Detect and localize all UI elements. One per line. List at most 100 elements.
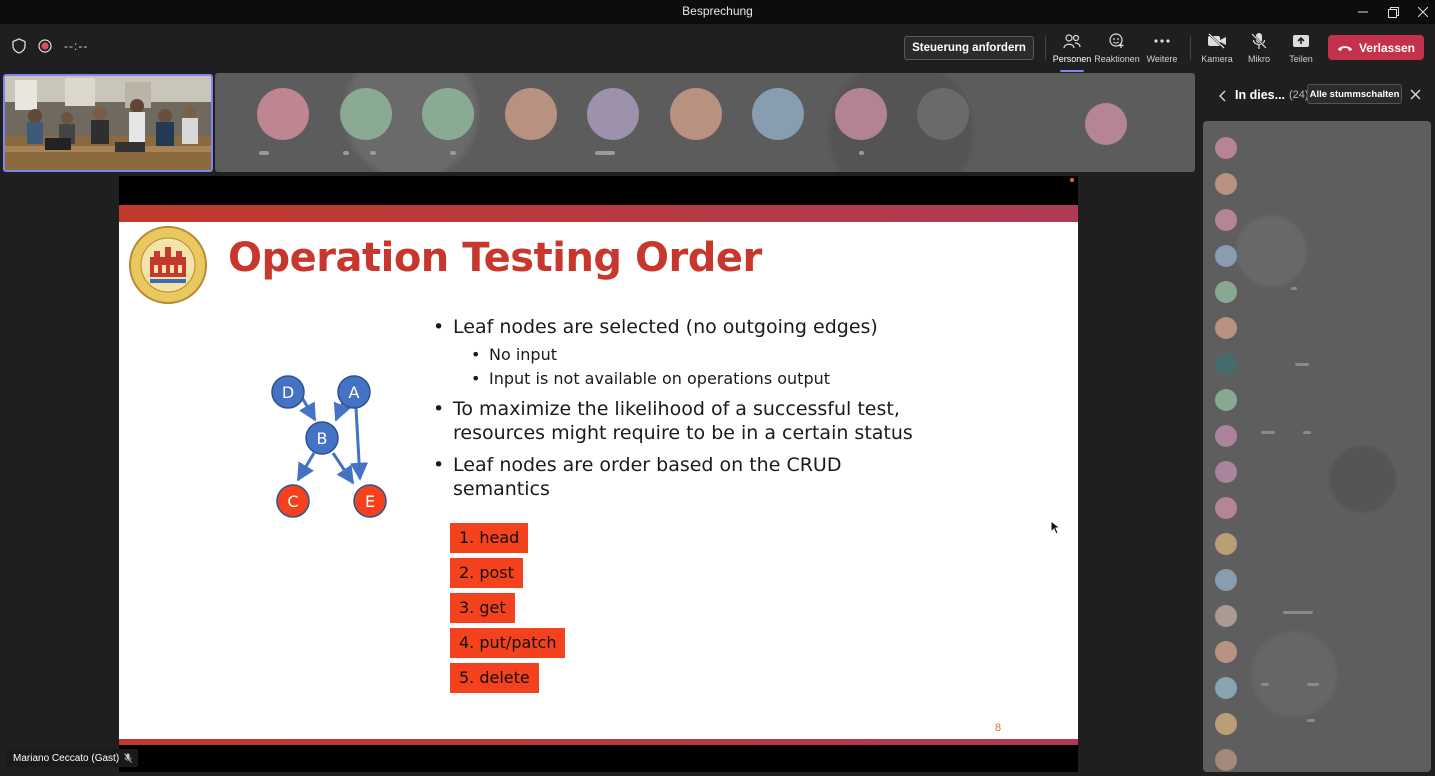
participant-list-avatar[interactable] [1215,749,1237,771]
presenter-name-tag: Mariano Ceccato (Gast) [7,749,139,767]
reactions-icon [1109,33,1124,48]
toolbar-divider [1190,36,1191,60]
participant-avatar[interactable] [917,88,969,140]
participant-avatar[interactable] [422,88,474,140]
participant-avatar[interactable] [752,88,804,140]
participant-list-avatar[interactable] [1215,209,1237,231]
bullet-item: To maximize the likelihood of a successf… [429,397,919,445]
slide-header-bar [119,205,1078,222]
camera-label: Kamera [1201,54,1233,64]
participant-avatar[interactable] [505,88,557,140]
meeting-timer: --:-- [64,39,89,53]
hang-up-icon [1337,45,1352,51]
participant-list-avatar[interactable] [1215,245,1237,267]
sub-bullet-item: No input [429,343,1029,367]
close-panel-icon[interactable] [1410,89,1421,100]
chevron-left-icon[interactable] [1218,90,1226,102]
participant-list-avatar[interactable] [1215,425,1237,447]
share-button[interactable]: Teilen [1276,30,1326,68]
participant-list-avatar[interactable] [1215,569,1237,591]
university-seal-logo [129,226,207,304]
participant-list-avatar[interactable] [1215,533,1237,555]
node-label-d: D [282,383,294,402]
participant-list-avatar[interactable] [1215,137,1237,159]
participant-avatar[interactable] [1085,103,1127,145]
participant-list-avatar[interactable] [1215,353,1237,375]
participant-avatar[interactable] [587,88,639,140]
bullet-item: Leaf nodes are order based on the CRUD s… [429,453,859,501]
reactions-label: Reaktionen [1094,54,1140,64]
restore-icon [1387,6,1399,18]
participant-list-avatar[interactable] [1215,641,1237,663]
slide-footer-bar [119,739,1078,745]
request-control-button[interactable]: Steuerung anfordern [904,36,1034,60]
people-label: Personen [1052,54,1092,64]
participant-list-avatar[interactable] [1215,713,1237,735]
participant-name-placeholder [1307,719,1315,722]
participant-avatar[interactable] [670,88,722,140]
participant-name-placeholder [1291,287,1297,290]
participant-name-placeholder [1307,683,1319,686]
participants-panel: In dies... (24) Alle stummschalten [1198,73,1435,776]
slide-page-number: 8 [995,722,1002,734]
mic-off-icon [124,753,133,763]
participants-list [1203,121,1431,772]
participants-section-title[interactable]: In dies... [1235,88,1285,102]
participants-panel-header: In dies... (24) Alle stummschalten [1198,81,1435,109]
title-bar: Besprechung [0,0,1435,24]
leave-label: Verlassen [1358,40,1416,55]
crud-item-post: 2. post [450,558,523,588]
mic-off-icon [1251,33,1267,49]
participant-name-placeholder [859,151,864,155]
presentation-slide: Operation Testing Order D A B C E • Leaf… [119,205,1078,745]
more-button[interactable]: Weitere [1137,30,1187,68]
mic-label: Mikro [1248,54,1270,64]
more-label: Weitere [1146,54,1178,64]
participant-avatar[interactable] [340,88,392,140]
window-title: Besprechung [682,4,753,18]
reactions-button[interactable]: Reaktionen [1092,30,1142,68]
share-label: Teilen [1289,54,1313,64]
slide-title: Operation Testing Order [228,235,762,281]
participant-list-avatar[interactable] [1215,605,1237,627]
participant-list-avatar[interactable] [1215,317,1237,339]
minimize-icon [1358,11,1368,13]
meeting-toolbar: --:-- Steuerung anfordern Personen Reakt… [0,24,1435,72]
classroom-video-image [5,76,211,170]
node-label-b: B [317,429,328,448]
shared-screen: Operation Testing Order D A B C E • Leaf… [119,176,1078,772]
participant-list-avatar[interactable] [1215,173,1237,195]
node-label-e: E [365,492,375,511]
edge-b-c [296,452,316,482]
crud-item-get: 3. get [450,593,515,623]
laser-dot [1070,178,1074,182]
participant-list-avatar[interactable] [1215,461,1237,483]
teams-meeting-window: Besprechung --:-- Steuerung anfordern Pe… [0,0,1435,776]
participant-name-placeholder [1295,363,1309,366]
participant-name-placeholder [259,151,269,155]
participant-name-placeholder [343,151,349,155]
close-window-button[interactable] [1408,0,1435,24]
shield-icon[interactable] [12,38,26,54]
participant-list-avatar[interactable] [1215,677,1237,699]
crud-order-list: 1. head 2. post 3. get 4. put/patch 5. d… [450,523,566,698]
edge-b-e [331,452,355,485]
leave-button[interactable]: Verlassen [1328,35,1424,60]
people-button[interactable]: Personen [1047,30,1097,72]
participant-list-avatar[interactable] [1215,281,1237,303]
participant-avatar[interactable] [257,88,309,140]
close-icon [1418,7,1428,17]
participant-name-placeholder [1283,611,1313,614]
minimize-button[interactable] [1348,0,1378,24]
participant-avatar[interactable] [835,88,887,140]
restore-button[interactable] [1378,0,1408,24]
node-label-a: A [349,383,360,402]
recording-icon [38,39,52,53]
participant-video-tile[interactable] [3,74,213,172]
participant-list-avatar[interactable] [1215,497,1237,519]
participant-strip [215,73,1195,172]
share-icon [1293,35,1309,47]
participant-list-avatar[interactable] [1215,389,1237,411]
people-icon [1063,34,1081,49]
mute-all-button[interactable]: Alle stummschalten [1307,84,1402,104]
